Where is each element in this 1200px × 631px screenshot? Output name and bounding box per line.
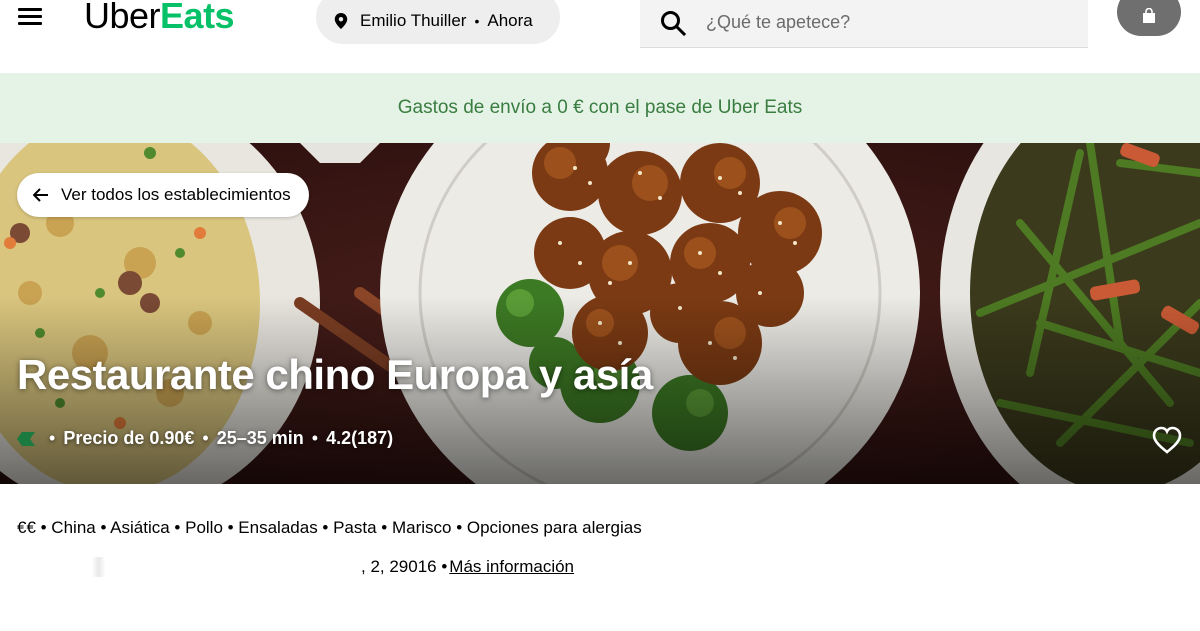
search-icon [661,10,686,36]
delivery-fee: Precio de 0.90€ [63,428,195,448]
hamburger-menu-icon[interactable] [16,4,46,28]
store-hero: Ver todos los establecimientos Restauran… [0,143,1200,484]
back-label: Ver todos los establecimientos [61,185,291,204]
shopping-bag-icon [1143,8,1155,23]
store-tags: €€ • China • Asiática • Pollo • Ensalada… [17,518,642,537]
uber-eats-logo[interactable]: UberEats [84,0,235,38]
arrow-left-icon [33,188,48,202]
search-bar[interactable] [640,0,1088,48]
delivery-location-button[interactable]: Emilio Thuiller • Ahora [316,0,560,44]
delivery-time: Ahora [487,11,533,30]
logo-uber-text: Uber [84,0,161,36]
rating-value: 4.2 [326,428,352,448]
top-header: UberEats Emilio Thuiller • Ahora [0,0,1200,72]
meta-separator: • [202,428,209,448]
review-count: (187) [351,428,394,448]
promo-text: Gastos de envío a 0 € con el pase de Ube… [397,97,803,118]
uber-one-pass-icon [17,431,35,446]
address-redacted [17,557,357,577]
meta-separator: • [311,428,319,448]
heart-icon [1152,426,1182,454]
more-info-link[interactable]: Más información [449,557,574,577]
cart-button[interactable] [1117,0,1181,36]
store-meta: • Precio de 0.90€ • 25–35 min • 4.2 (187… [17,428,393,449]
search-input[interactable] [706,12,1066,33]
location-pin-icon [334,13,348,29]
location-separator: • [474,13,480,29]
store-title: Restaurante chino Europa y asía [17,351,653,398]
meta-separator: • [49,428,56,448]
delivery-time-range: 25–35 min [216,428,304,448]
logo-eats-text: Eats [160,0,235,36]
address-row: , 2, 29016 • Más información [17,557,574,577]
location-place: Emilio Thuiller [360,11,467,30]
promo-banner[interactable]: Gastos de envío a 0 € con el pase de Ube… [0,73,1200,143]
favorite-button[interactable] [1152,426,1184,456]
address-text: , 2, 29016 • [361,557,448,576]
back-to-stores-button[interactable]: Ver todos los establecimientos [17,173,309,217]
